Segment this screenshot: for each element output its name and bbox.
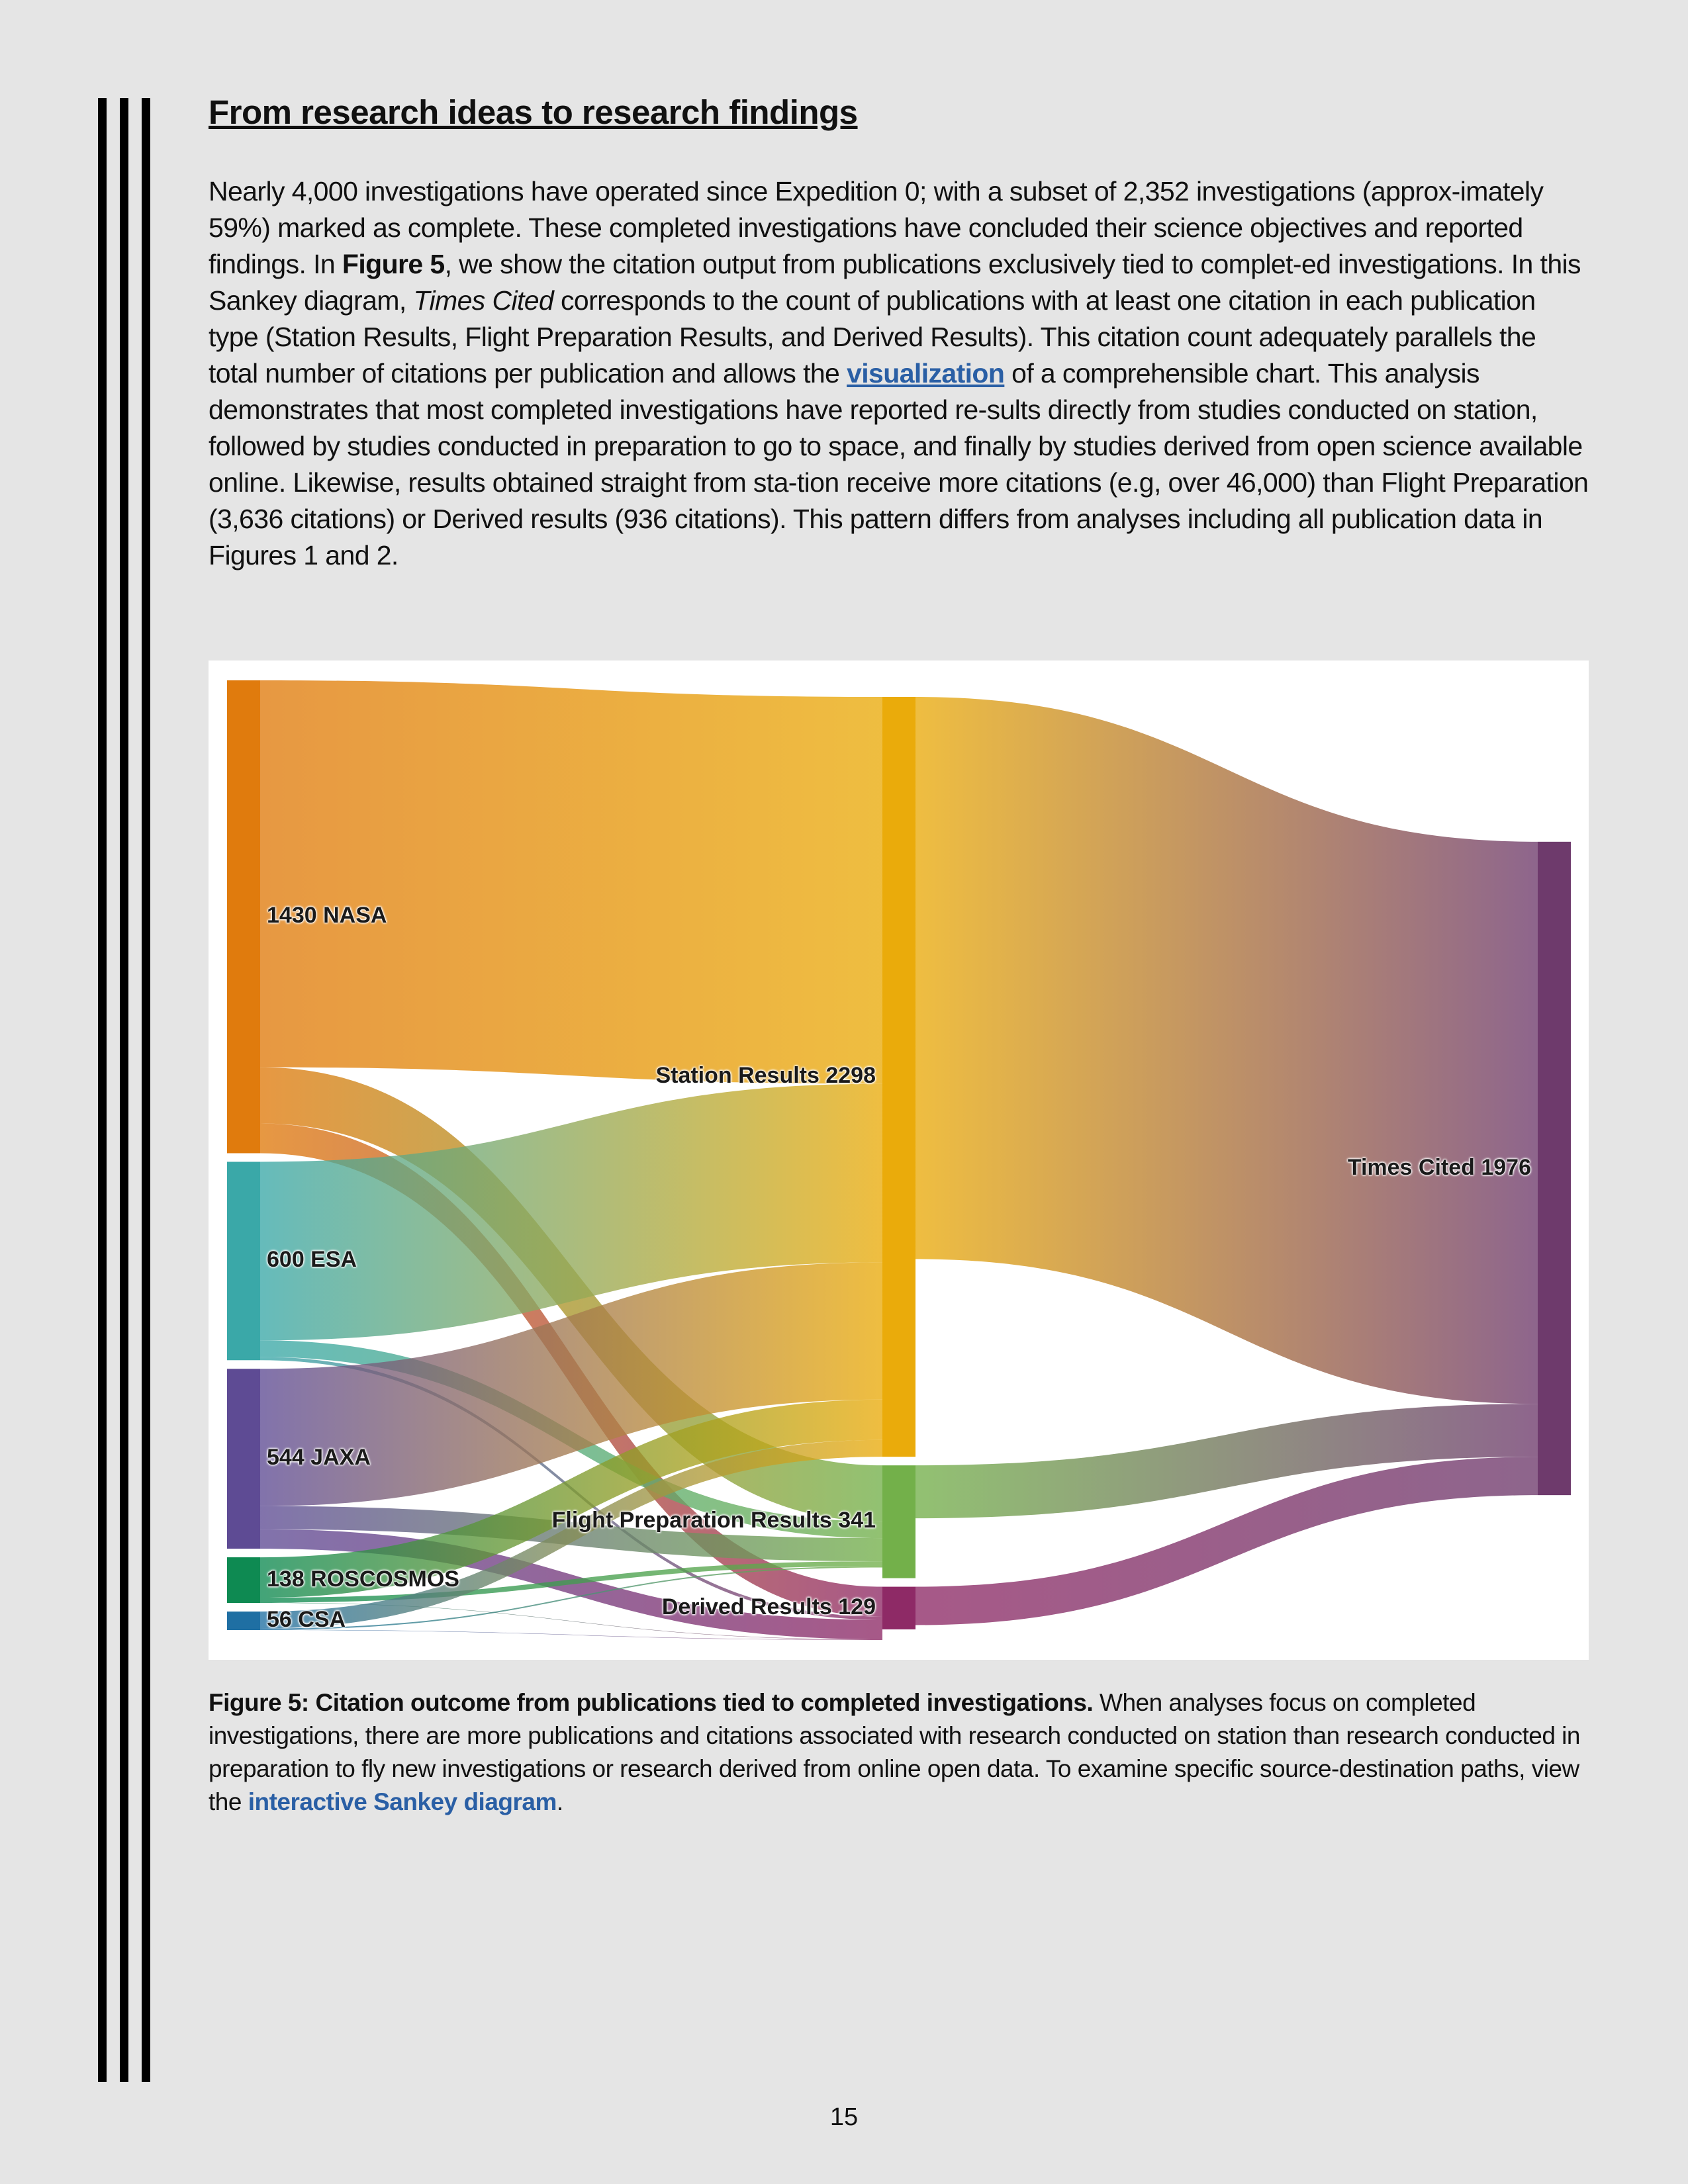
node-label-flightprep: Flight Preparation Results 341 <box>551 1508 876 1533</box>
page-number: 15 <box>829 2103 859 2131</box>
node-label-roscosmos: 138 ROSCOSMOS <box>267 1566 459 1592</box>
sankey-figure: 1430 NASA 600 ESA 544 JAXA 138 ROSCOSMOS 56 … <box>209 660 1589 1660</box>
margin-bar-1 <box>98 98 107 2082</box>
node-label-csa: 56 CSA <box>267 1607 346 1632</box>
node-cited <box>1538 841 1571 1496</box>
node-station <box>882 697 915 1457</box>
body-text-part-4: of a comprehensible chart. This analysis… <box>209 358 1589 570</box>
node-roscosmos <box>227 1557 260 1604</box>
node-csa <box>227 1612 260 1630</box>
figure-reference: Figure 5 <box>342 249 445 279</box>
times-cited-term: Times Cited <box>413 285 554 316</box>
node-jaxa <box>227 1369 260 1549</box>
link-nasa-to-station <box>260 680 882 1084</box>
link-station-to-cited <box>915 697 1538 1404</box>
node-label-cited: Times Cited 1976 <box>1347 1154 1531 1180</box>
figure-caption: Figure 5: Citation outcome from publicat… <box>209 1686 1592 1819</box>
link-flightprep-to-cited <box>915 1404 1538 1519</box>
node-flightprep <box>882 1465 915 1578</box>
margin-bar-3 <box>142 98 150 2082</box>
node-nasa <box>227 680 260 1154</box>
node-label-jaxa: 544 JAXA <box>267 1445 371 1471</box>
visualization-link[interactable]: visualization <box>847 358 1005 388</box>
section-heading: From research ideas to research findings <box>209 93 858 131</box>
interactive-sankey-link[interactable]: interactive Sankey diagram <box>248 1788 557 1815</box>
node-label-derived: Derived Results 129 <box>661 1594 876 1619</box>
node-esa <box>227 1161 260 1361</box>
node-label-station: Station Results 2298 <box>655 1063 876 1089</box>
node-derived <box>882 1586 915 1629</box>
caption-end: . <box>556 1788 563 1815</box>
caption-title: Figure 5: Citation outcome from publicat… <box>209 1689 1094 1716</box>
node-label-esa: 600 ESA <box>267 1247 357 1273</box>
margin-bar-2 <box>120 98 128 2082</box>
node-label-nasa: 1430 NASA <box>267 903 387 929</box>
body-paragraph: Nearly 4,000 investigations have operate… <box>209 173 1592 574</box>
